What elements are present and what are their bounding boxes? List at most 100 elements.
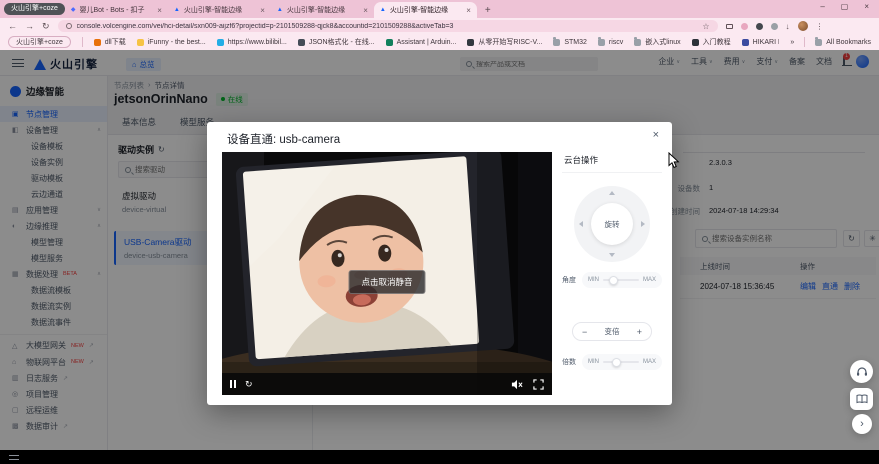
tab-favicon: ▲ (174, 7, 180, 13)
all-bookmarks-label: All Bookmarks (826, 39, 871, 46)
address-bar[interactable]: ☆ (58, 20, 718, 32)
bookmarks-separator-2 (804, 37, 805, 47)
bookmark-label: https://www.bilibil... (228, 39, 287, 46)
mouse-cursor (668, 152, 680, 169)
bookmark-star-icon[interactable]: ☆ (702, 22, 709, 31)
docs-button[interactable] (850, 388, 873, 410)
angle-slider-track[interactable] (603, 279, 639, 281)
browser-tab[interactable]: ▲ 火山引擎-智能边缘 × (271, 2, 374, 18)
muted-volume-icon[interactable] (511, 379, 523, 390)
site-info-icon[interactable] (66, 23, 72, 29)
bookmark-item[interactable]: STM32 (553, 37, 587, 47)
bookmark-item[interactable]: 从零开始写RISC-V... (467, 37, 542, 47)
bookmarks-list: dll下载 iFunny - the best... https://www.b… (94, 37, 780, 47)
browser-menu-icon[interactable]: ⋮ (816, 22, 824, 31)
support-button[interactable] (850, 360, 873, 383)
window-minimize-button[interactable]: – (820, 2, 824, 11)
bookmark-favicon (386, 39, 393, 46)
extension-icon-a[interactable] (741, 23, 748, 30)
video-controls: ↻ (222, 373, 552, 395)
download-icon[interactable]: ↓ (786, 22, 790, 31)
bookmark-label: 从零开始写RISC-V... (478, 37, 542, 47)
bookmarks-overflow-chevron[interactable]: » (790, 39, 794, 46)
angle-slider-handle[interactable] (609, 276, 618, 285)
window-close-button[interactable]: × (864, 2, 869, 11)
bookmark-label: HIKARI FIELD STO... (753, 39, 780, 46)
tab-title: 婴儿Bot - Bots - 扣子 (80, 5, 154, 15)
factor-slider-handle[interactable] (612, 358, 621, 367)
tab-close-icon[interactable]: × (157, 6, 162, 15)
bookmark-label: 入门教程 (703, 37, 731, 47)
ptz-direction-pad[interactable]: 旋转 (574, 186, 650, 262)
bookmark-favicon (598, 39, 605, 46)
bookmark-item[interactable]: 嵌入式linux (634, 37, 680, 47)
back-button[interactable]: ← (8, 21, 17, 31)
tab-group-chip[interactable]: 火山引擎+coze (4, 3, 65, 15)
tab-preview-icon[interactable] (726, 24, 733, 29)
zoom-out-button[interactable]: − (582, 327, 587, 337)
factor-slider-track[interactable] (603, 361, 639, 363)
angle-max-label: MAX (643, 277, 656, 283)
unmute-button[interactable]: 点击取消静音 (348, 270, 425, 294)
bookmark-item[interactable]: https://www.bilibil... (217, 37, 287, 47)
folder-icon (815, 39, 822, 46)
fullscreen-icon[interactable] (533, 379, 544, 390)
bookmarks-bar: 火山引擎+coze dll下载 iFunny - the best... htt… (0, 34, 879, 50)
saved-tab-group-chip[interactable]: 火山引擎+coze (8, 36, 71, 48)
tab-favicon: ▲ (380, 7, 386, 13)
window-maximize-button[interactable]: ▢ (841, 2, 849, 11)
zoom-in-button[interactable]: + (637, 327, 642, 337)
profile-icon[interactable] (771, 23, 778, 30)
browser-tab[interactable]: ◆ 婴儿Bot - Bots - 扣子 × (65, 2, 168, 18)
bookmark-favicon (553, 39, 560, 46)
forward-button[interactable]: → (25, 21, 34, 31)
device-passthrough-modal: 设备直通: usb-camera × (207, 122, 672, 405)
extension-icon-b[interactable] (756, 23, 763, 30)
tab-title: 火山引擎-智能边缘 (287, 5, 359, 15)
arrow-up-icon[interactable] (609, 191, 615, 195)
book-icon (856, 394, 868, 404)
bookmark-item[interactable]: HIKARI FIELD STO... (742, 37, 780, 47)
angle-label: 角度 (562, 275, 578, 285)
reload-button[interactable]: ↻ (42, 21, 50, 32)
arrow-right-icon[interactable] (641, 221, 645, 227)
bookmark-favicon (692, 39, 699, 46)
tab-close-icon[interactable]: × (363, 6, 368, 15)
bookmark-item[interactable]: riscv (598, 37, 623, 47)
browser-tab[interactable]: ▲ 火山引擎-智能边缘 × (374, 2, 477, 18)
bookmark-label: JSON格式化 - 在线... (309, 37, 375, 47)
bookmark-item[interactable]: JSON格式化 - 在线... (298, 37, 375, 47)
tab-title: 火山引擎-智能边缘 (390, 5, 462, 15)
browser-avatar[interactable] (798, 21, 808, 31)
headset-icon (856, 366, 868, 377)
tab-favicon: ◆ (71, 7, 76, 13)
pause-icon[interactable] (230, 380, 236, 388)
tab-close-icon[interactable]: × (260, 6, 265, 15)
arrow-down-icon[interactable] (609, 253, 615, 257)
new-tab-button[interactable]: + (485, 5, 491, 16)
browser-tab[interactable]: ▲ 火山引擎-智能边缘 × (168, 2, 271, 18)
modal-close-icon[interactable]: × (653, 129, 659, 141)
factor-min-label: MIN (588, 359, 599, 365)
modal-title: 设备直通: usb-camera (227, 131, 340, 147)
bookmark-label: Assistant | Arduin... (397, 39, 457, 46)
sidebar-collapse-icon[interactable] (9, 455, 19, 460)
chevron-right-icon: › (860, 419, 864, 429)
tab-close-icon[interactable]: × (466, 6, 471, 15)
angle-min-label: MIN (588, 277, 599, 283)
url-input[interactable] (77, 23, 698, 30)
collapse-panel-button[interactable]: › (852, 414, 872, 434)
bookmark-item[interactable]: dll下载 (94, 37, 126, 47)
bookmark-label: STM32 (564, 39, 587, 46)
bookmark-item[interactable]: 入门教程 (692, 37, 731, 47)
camera-video-player[interactable]: 点击取消静音 ↻ (222, 152, 552, 395)
bookmark-item[interactable]: Assistant | Arduin... (386, 37, 457, 47)
all-bookmarks-button[interactable]: All Bookmarks (815, 39, 871, 46)
factor-slider-row: 倍数 MIN MAX (562, 354, 662, 370)
bookmark-favicon (298, 39, 305, 46)
bookmarks-separator (82, 37, 83, 47)
restart-stream-icon[interactable]: ↻ (245, 380, 253, 389)
rotate-button[interactable]: 旋转 (591, 203, 633, 245)
arrow-left-icon[interactable] (579, 221, 583, 227)
bookmark-item[interactable]: iFunny - the best... (137, 37, 206, 47)
